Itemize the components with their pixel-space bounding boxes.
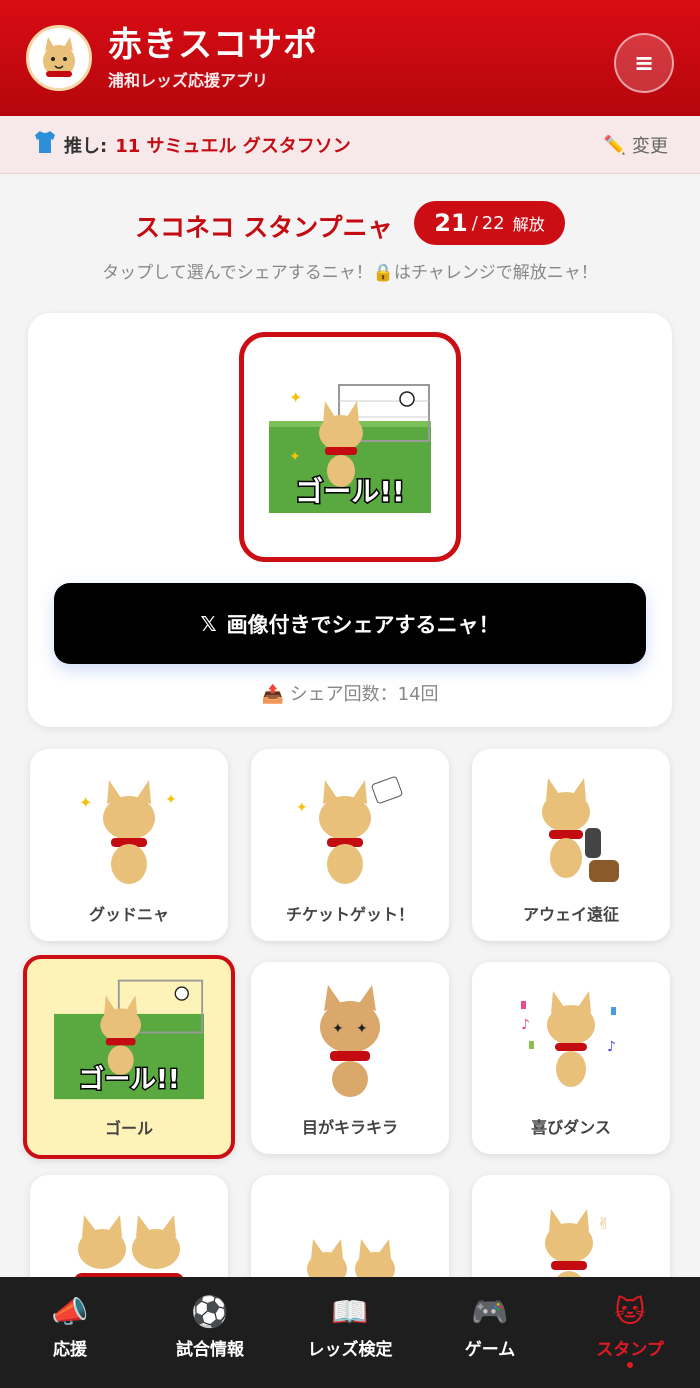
nav-stamp[interactable]: 🐱 スタンプ	[560, 1277, 700, 1388]
gamepad-icon: 🎮	[471, 1295, 509, 1330]
stamp-tile-ticket[interactable]: ✦ チケットゲット！	[251, 749, 449, 941]
soccer-ball-icon: ⚽	[191, 1295, 229, 1330]
stamp-tile-sparkle[interactable]: ✦ ✦ 目がキラキラ	[251, 962, 449, 1154]
cat-ticket-icon: ✦	[275, 763, 425, 893]
svg-text:✦: ✦	[79, 793, 92, 812]
total-count: 22	[481, 212, 505, 234]
hamburger-icon: ≡	[633, 49, 655, 77]
x-logo-icon: 𝕏	[200, 611, 217, 636]
goal-text: ゴール!!	[78, 1064, 179, 1095]
stamp-label: 目がキラキラ	[301, 1118, 398, 1137]
nav-game[interactable]: 🎮 ゲーム	[420, 1277, 560, 1388]
svg-text:✦: ✦	[332, 1021, 344, 1037]
nav-label: ゲーム	[464, 1340, 516, 1360]
stamp-tile-goal[interactable]: ゴール!! ゴール	[23, 955, 235, 1159]
stamp-label: 喜びダンス	[531, 1118, 611, 1137]
nav-support[interactable]: 📣 応援	[0, 1277, 140, 1388]
jersey-icon	[34, 130, 56, 160]
share-count: 📤 シェア回数：14回	[0, 680, 700, 706]
svg-text:✦: ✦	[296, 800, 308, 816]
app-subtitle: 浦和レッズ応援アプリ	[108, 71, 269, 90]
app-logo	[26, 25, 92, 91]
pencil-icon: ✏️	[603, 134, 626, 156]
svg-text:✦: ✦	[356, 1021, 368, 1037]
stamp-tile-dance[interactable]: ♪ ♪ 喜びダンス	[472, 962, 670, 1154]
cat-dance-icon: ♪ ♪	[496, 976, 646, 1106]
svg-text:✦: ✦	[165, 792, 177, 808]
stamp-tile-good[interactable]: ✦ ✦ グッドニャ	[30, 749, 228, 941]
change-favorite-button[interactable]: ✏️ 変更	[604, 132, 668, 158]
stamp-label: グッドニャ	[88, 905, 169, 924]
stamp-label: アウェイ遠征	[522, 905, 619, 924]
unlock-count-badge: 21 / 22 解放	[414, 201, 565, 245]
favorite-label: 推し:	[64, 135, 108, 157]
nav-label: 試合情報	[176, 1340, 244, 1360]
menu-button[interactable]: ≡	[614, 33, 674, 93]
selected-stamp-preview[interactable]: ✦ ✦ ゴール!!	[239, 332, 461, 562]
nav-label: 応援	[53, 1340, 87, 1360]
cat-thumbs-up-icon: ✦ ✦	[54, 763, 204, 893]
share-tray-icon: 📤	[261, 684, 284, 705]
svg-text:✦: ✦	[289, 388, 302, 407]
favorite-player-bar: 推し: 11 サミュエル グスタフソン ✏️ 変更	[0, 116, 700, 174]
svg-text:✌: ✌	[597, 1214, 610, 1233]
unlock-label: 解放	[512, 215, 545, 234]
nav-quiz[interactable]: 📖 レッズ検定	[280, 1277, 420, 1388]
cat-backpack-icon	[496, 763, 646, 893]
share-with-image-button[interactable]: 𝕏 画像付きでシェアするニャ！	[54, 583, 646, 664]
cat-icon: 🐱	[614, 1295, 646, 1330]
book-icon: 📖	[331, 1295, 369, 1330]
count-separator: /	[471, 212, 478, 234]
stamp-tile-away[interactable]: アウェイ遠征	[472, 749, 670, 941]
nav-match-info[interactable]: ⚽ 試合情報	[140, 1277, 280, 1388]
megaphone-icon: 📣	[51, 1295, 89, 1330]
cat-sparkle-eyes-icon: ✦ ✦	[275, 976, 425, 1106]
active-indicator-dot	[627, 1362, 633, 1368]
share-count-text: シェア回数：14回	[289, 684, 439, 705]
nav-label: スタンプ	[596, 1340, 664, 1360]
app-header: 赤きスコサポ 浦和レッズ応援アプリ ≡	[0, 0, 700, 116]
app-title: 赤きスコサポ	[108, 25, 318, 65]
share-button-label: 画像付きでシェアするニャ！	[226, 612, 500, 637]
svg-text:♪: ♪	[607, 1039, 616, 1055]
stamp-label: チケットゲット！	[285, 905, 414, 924]
goal-text: ゴール!!	[295, 475, 405, 508]
bottom-navigation: 📣 応援 ⚽ 試合情報 📖 レッズ検定 🎮 ゲーム 🐱 スタンプ	[0, 1277, 700, 1388]
favorite-player-name: 11 サミュエル グスタフソン	[115, 135, 351, 157]
stamp-hint: タップして選んでシェアするニャ！🔒はチャレンジで解放ニャ！	[102, 263, 598, 283]
unlocked-count: 21	[434, 209, 468, 237]
goal-cat-icon: ゴール!!	[54, 973, 204, 1103]
svg-text:♪: ♪	[521, 1017, 530, 1033]
nav-label: レッズ検定	[307, 1340, 393, 1360]
goal-cat-stamp-image: ✦ ✦ ゴール!!	[269, 384, 431, 513]
svg-text:✦: ✦	[289, 449, 301, 465]
stamp-section-title: スコネコ スタンプニャ	[135, 213, 393, 242]
change-label: 変更	[632, 136, 668, 157]
stamp-label: ゴール	[104, 1119, 153, 1138]
